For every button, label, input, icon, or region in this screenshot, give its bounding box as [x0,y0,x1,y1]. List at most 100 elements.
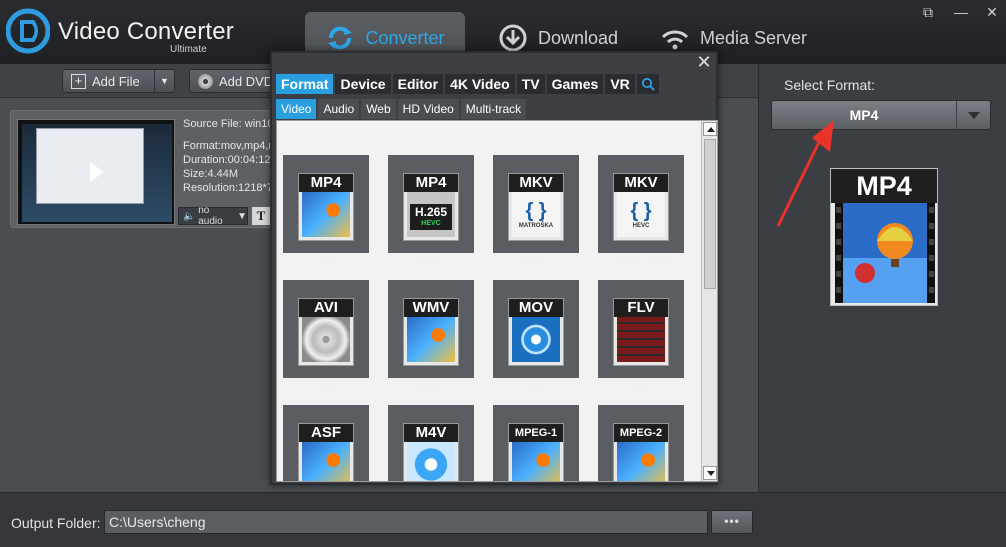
format-option-flv[interactable]: FLV FLV [598,280,684,404]
format-option-mpeg-2[interactable]: MPEG-2 [598,405,684,481]
format-mp4-icon: MP4 [298,173,354,241]
format-card[interactable]: ASF [283,405,369,481]
scroll-up-icon[interactable] [703,122,717,136]
output-folder-input[interactable]: C:\Users\cheng [104,510,708,534]
subtab-video[interactable]: Video [276,99,317,119]
mkv-sub-label: HEVC [632,223,650,229]
format-option-m4v[interactable]: M4V [388,405,474,481]
format-card[interactable]: WMV [388,280,474,378]
output-folder-label: Output Folder: [11,515,101,531]
hevc-badge-sub: HEVC [421,220,441,227]
format-mp4-icon: MP4 H.265 HEVC [403,173,459,241]
format-card[interactable]: MP4 [283,155,369,253]
scrollbar-thumb[interactable] [704,139,716,289]
category-vr[interactable]: VR [605,74,635,94]
format-icon-header: AVI [299,299,353,317]
close-icon[interactable]: ✕ [696,53,712,71]
add-dvd-button[interactable]: Add DVD [189,69,279,93]
format-icon-header: MKV [509,174,563,192]
format-mpeg-1-icon: MPEG-1 [508,423,564,481]
add-dvd-label: Add DVD [219,73,274,89]
video-thumbnail[interactable] [17,119,175,225]
subtab-multi-track[interactable]: Multi-track [460,99,527,119]
format-card[interactable]: MPEG-1 [493,405,579,481]
format-label: WMV [417,381,445,393]
add-file-label: Add File [92,73,140,89]
format-option-hevc-mkv[interactable]: MKV{ } HEVC HEVC MKV [598,155,684,279]
format-icon-art: { } MATROŠKA [512,192,560,237]
format-icon-header: MKV [614,174,668,192]
restore-window-icon[interactable]: ⧉ [920,4,936,20]
format-card[interactable]: FLV [598,280,684,378]
play-icon[interactable] [90,162,104,182]
file-size: Size:4.44M [183,168,239,180]
search-icon[interactable] [636,74,659,94]
app-edition: Ultimate [170,44,207,55]
category-editor[interactable]: Editor [392,74,444,94]
file-format: Format:mov,mp4,m [183,140,278,152]
subtab-audio[interactable]: Audio [318,99,360,119]
format-icon-header: FLV [614,299,668,317]
category-tv[interactable]: TV [516,74,545,94]
speaker-icon: 🔈 [183,210,196,222]
format-card[interactable]: AVI [283,280,369,378]
format-card[interactable]: MPEG-2 [598,405,684,481]
minimize-window-icon[interactable]: — [953,4,969,20]
format-label: MKV [524,256,548,268]
format-flv-icon: FLV [613,298,669,366]
format-option-asf[interactable]: ASF [283,405,369,481]
category-games[interactable]: Games [546,74,604,94]
format-grid: MP4 MP4 MP4 H.265 HEVC HEVC MKV{ } MATROŠKA MKV M… [276,120,718,482]
close-window-icon[interactable]: ✕ [984,4,1000,20]
scrollbar[interactable] [701,121,717,481]
format-card[interactable]: MKV{ } MATROŠKA [493,155,579,253]
add-icon: + [71,73,86,89]
scroll-down-icon[interactable] [703,466,717,480]
download-icon [499,24,527,52]
subtab-web[interactable]: Web [361,99,396,119]
output-bar: Output Folder: C:\Users\cheng ••• [0,492,1006,547]
format-card[interactable]: MOV [493,280,579,378]
file-info: Source File: win10 Format:mov,mp4,m Dura… [183,117,278,195]
dvd-icon [198,73,213,89]
format-card[interactable]: MP4 H.265 HEVC [388,155,474,253]
format-option-avi[interactable]: AVI AVI [283,280,369,404]
file-duration: Duration:00:04:12 [183,154,271,166]
tab-media-server-label: Media Server [700,27,808,48]
format-label: MOV [523,381,549,393]
category-device[interactable]: Device [335,74,391,94]
pointer-arrow-icon [776,120,834,227]
subtitle-button[interactable]: T [252,207,270,225]
tab-converter-label: Converter [365,27,445,48]
category-format[interactable]: Format [276,74,334,94]
format-mkv-icon: MKV{ } HEVC [613,173,669,241]
chevron-down-icon[interactable]: ▼ [154,70,174,92]
format-icon-art [302,442,350,481]
file-item[interactable]: Source File: win10 Format:mov,mp4,m Dura… [10,110,310,228]
format-option-wmv[interactable]: WMV WMV [388,280,474,404]
audio-track-select[interactable]: 🔈 no audio ▼ [178,205,248,227]
select-format-label: Select Format: [784,77,876,93]
format-option-mp4[interactable]: MP4 MP4 [283,155,369,279]
format-icon-art [512,442,560,481]
format-card[interactable]: M4V [388,405,474,481]
tab-download-label: Download [538,27,619,48]
selected-format-preview: MP4 [830,168,938,306]
browse-button[interactable]: ••• [711,510,753,534]
format-icon-header: MOV [509,299,563,317]
format-card[interactable]: MKV{ } HEVC [598,155,684,253]
subtab-hd-video[interactable]: HD Video [397,99,459,119]
format-label: AVI [317,381,335,393]
mp4-art-icon [835,203,935,303]
format-wmv-icon: WMV [403,298,459,366]
chevron-down-icon[interactable] [956,101,990,129]
format-option-mov[interactable]: MOV MOV [493,280,579,404]
format-option-hevc[interactable]: MP4 H.265 HEVC HEVC [388,155,474,279]
format-option-mpeg-1[interactable]: MPEG-1 [493,405,579,481]
app-name: Video Converter [58,18,234,45]
source-file: Source File: win10 [183,118,274,130]
format-option-mkv[interactable]: MKV{ } MATROŠKA MKV [493,155,579,279]
category-4k-video[interactable]: 4K Video [445,74,515,94]
file-resolution: Resolution:1218*7 [183,182,273,194]
add-file-button[interactable]: + Add File ▼ [62,69,175,93]
